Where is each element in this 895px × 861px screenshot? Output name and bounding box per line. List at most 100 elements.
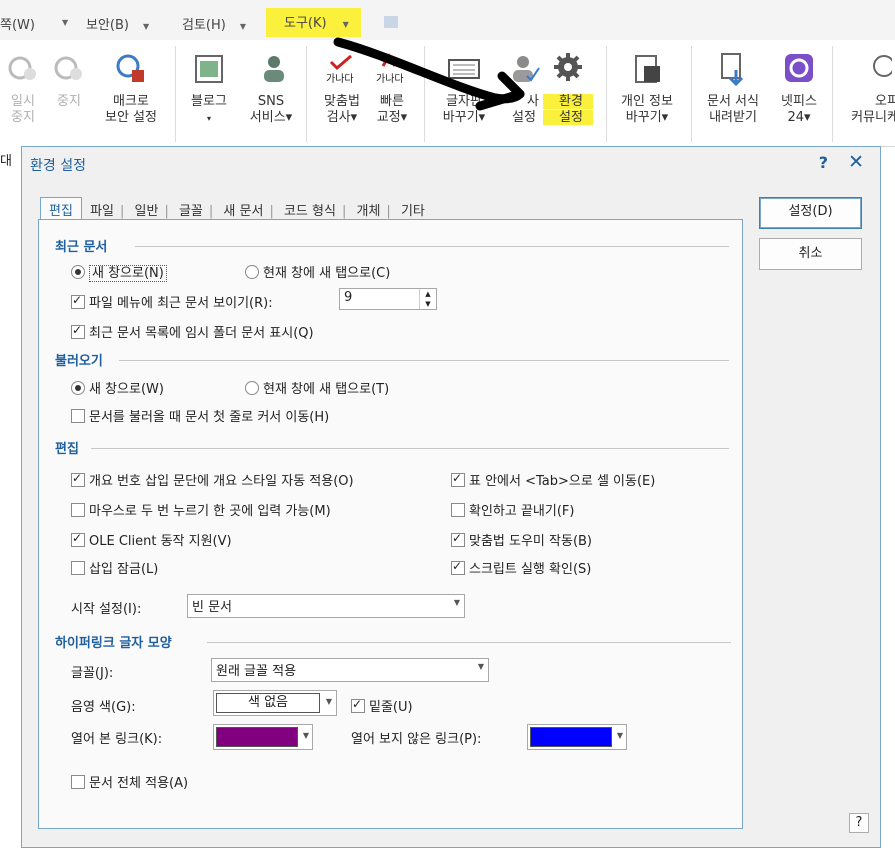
unvisited-link-label: 열어 보지 않은 링크(P):: [351, 732, 482, 747]
open-new-tab-radio[interactable]: 현재 창에 새 탭으로(T): [245, 378, 389, 397]
visited-link-color-picker[interactable]: ▼: [213, 724, 313, 750]
shade-color-label: 음영 색(G):: [71, 700, 136, 715]
window-icon: [384, 16, 398, 28]
annotation-arrow: [333, 37, 525, 111]
radio-indicator: [245, 265, 259, 279]
start-setting-value: 빈 문서: [192, 600, 233, 615]
checkbox-indicator: [71, 775, 85, 789]
ok-button[interactable]: 설정(D): [759, 197, 862, 229]
hyperlink-font-label: 글꼴(J):: [71, 666, 114, 681]
chevron-down-icon: ▼: [477, 662, 484, 671]
menu-security[interactable]: 보안(B) ▼: [86, 14, 149, 33]
netffice-24-button[interactable]: 넷피스 24▾: [776, 52, 822, 126]
checkbox-indicator: [71, 471, 85, 487]
cancel-button[interactable]: 취소: [759, 238, 862, 270]
tab-code-format[interactable]: 코드 형식: [280, 198, 340, 221]
show-temp-folder-checkbox[interactable]: 최근 문서 목록에 임시 폴더 문서 표시(Q): [71, 322, 314, 341]
sns-service-button[interactable]: SNS 서비스▾: [244, 52, 298, 126]
insert-lock-checkbox[interactable]: 삽입 잠금(L): [71, 558, 158, 577]
script-confirm-checkbox[interactable]: 스크립트 실행 확인(S): [451, 558, 591, 577]
ribbon-separator: [175, 46, 176, 142]
checkbox-indicator: [71, 561, 85, 575]
gear-icon: [554, 53, 582, 81]
shade-color-picker[interactable]: 색 없음 ▼: [213, 690, 337, 716]
office-community-button[interactable]: 오피 커뮤니케: [842, 52, 895, 126]
outline-style-checkbox[interactable]: 개요 번호 삽입 문단에 개요 스타일 자동 적용(O): [71, 470, 354, 489]
hyperlink-font-select[interactable]: 원래 글꼴 적용 ▼: [211, 658, 489, 682]
recent-documents-heading: 최근 문서: [55, 240, 108, 255]
confirm-exit-checkbox[interactable]: 확인하고 끝내기(F): [451, 500, 574, 519]
open-heading: 불러오기: [55, 354, 103, 369]
hyperlink-heading: 하이퍼링크 글자 모양: [55, 636, 172, 651]
move-cursor-checkbox[interactable]: 문서를 불러올 때 문서 첫 줄로 커서 이동(H): [71, 406, 329, 425]
recent-count-spinner[interactable]: 9 ▲ ▼: [339, 288, 437, 310]
menu-page[interactable]: 쪽(W): [0, 14, 35, 33]
ole-client-checkbox[interactable]: OLE Client 동작 지원(V): [71, 530, 232, 549]
tab-object[interactable]: 개체: [352, 198, 384, 221]
macro-security-button[interactable]: 매크로 보안 설정: [98, 52, 164, 126]
pause-icon: [8, 56, 36, 80]
radio-indicator: [245, 381, 259, 395]
checkbox-indicator: [71, 531, 85, 547]
checkbox-indicator: [451, 471, 465, 487]
checkbox-indicator: [451, 559, 465, 575]
apply-whole-document-checkbox[interactable]: 문서 전체 적용(A): [71, 772, 188, 791]
menu-tools[interactable]: 도구(K) ▼: [266, 8, 361, 37]
menu-review[interactable]: 검토(H) ▼: [182, 14, 246, 33]
menu-security-label: 보안(B): [86, 18, 129, 33]
visited-color-swatch: [216, 727, 298, 747]
chevron-down-icon: ▼: [453, 598, 460, 607]
spinner-arrows-icon[interactable]: ▲ ▼: [419, 289, 436, 309]
document-text-fragment: 대: [0, 154, 12, 169]
section-divider: [135, 246, 729, 247]
underline-checkbox[interactable]: 밑줄(U): [351, 696, 413, 715]
blog-button[interactable]: 블로그 ▾: [186, 52, 232, 127]
tab-font[interactable]: 글꼴: [175, 198, 207, 221]
dialog-title: 환경 설정: [30, 158, 86, 174]
close-button[interactable]: ✕: [848, 151, 864, 173]
checkbox-indicator: [71, 293, 85, 309]
checkbox-indicator: [451, 531, 465, 547]
radio-indicator: [71, 381, 85, 395]
netffice-icon: [785, 54, 813, 82]
section-divider: [91, 448, 729, 449]
stop-button[interactable]: 중지: [52, 52, 86, 110]
change-personal-info-button[interactable]: 개인 정보 바꾸기▾: [614, 52, 680, 126]
blog-icon: [195, 55, 223, 83]
edit-tab-panel: 최근 문서 새 창으로(N) 현재 창에 새 탭으로(C) 파일 메뉴에 최근 …: [38, 219, 743, 829]
ribbon-separator: [606, 46, 607, 142]
menu-review-label: 검토(H): [182, 18, 226, 33]
edit-heading: 편집: [55, 442, 79, 457]
chevron-down-icon: ▼: [302, 731, 309, 740]
show-recent-checkbox[interactable]: 파일 메뉴에 최근 문서 보이기(R):: [71, 292, 273, 311]
recent-new-tab-radio[interactable]: 현재 창에 새 탭으로(C): [245, 262, 390, 281]
shade-color-swatch: 색 없음: [216, 693, 320, 713]
community-icon: [873, 55, 892, 77]
tab-in-table-checkbox[interactable]: 표 안에서 <Tab>으로 셀 이동(E): [451, 470, 655, 489]
download-template-button[interactable]: 문서 서식 내려받기: [700, 52, 766, 126]
menu-bar: 쪽(W) ▼ 보안(B) ▼ 검토(H) ▼ 도구(K) ▼: [0, 0, 895, 41]
pause-button[interactable]: 일시 중지: [6, 52, 40, 126]
tab-general[interactable]: 일반: [131, 198, 163, 221]
stop-icon: [54, 56, 82, 80]
recent-new-window-radio[interactable]: 새 창으로(N): [71, 262, 167, 282]
start-setting-select[interactable]: 빈 문서 ▼: [187, 594, 465, 618]
personal-info-icon: [635, 55, 660, 83]
menu-page-caret[interactable]: ▼: [56, 14, 68, 29]
section-divider: [119, 360, 729, 361]
section-divider: [207, 642, 731, 643]
tab-file[interactable]: 파일: [86, 198, 118, 221]
help-button[interactable]: ?: [819, 153, 828, 172]
ribbon-separator: [306, 46, 307, 142]
corner-help-button[interactable]: ?: [849, 813, 869, 833]
open-new-window-radio[interactable]: 새 창으로(W): [71, 378, 164, 397]
chevron-down-icon: ▼: [325, 697, 332, 706]
tab-new-document[interactable]: 새 문서: [219, 198, 267, 221]
unvisited-link-color-picker[interactable]: ▼: [527, 724, 627, 750]
spell-helper-checkbox[interactable]: 맞춤법 도우미 작동(B): [451, 530, 592, 549]
people-icon: [264, 56, 284, 82]
chevron-down-icon: ▼: [616, 731, 623, 740]
menu-tools-label: 도구(K): [284, 16, 327, 31]
tab-other[interactable]: 기타: [397, 198, 429, 221]
double-click-input-checkbox[interactable]: 마우스로 두 번 누르기 한 곳에 입력 가능(M): [71, 500, 331, 519]
